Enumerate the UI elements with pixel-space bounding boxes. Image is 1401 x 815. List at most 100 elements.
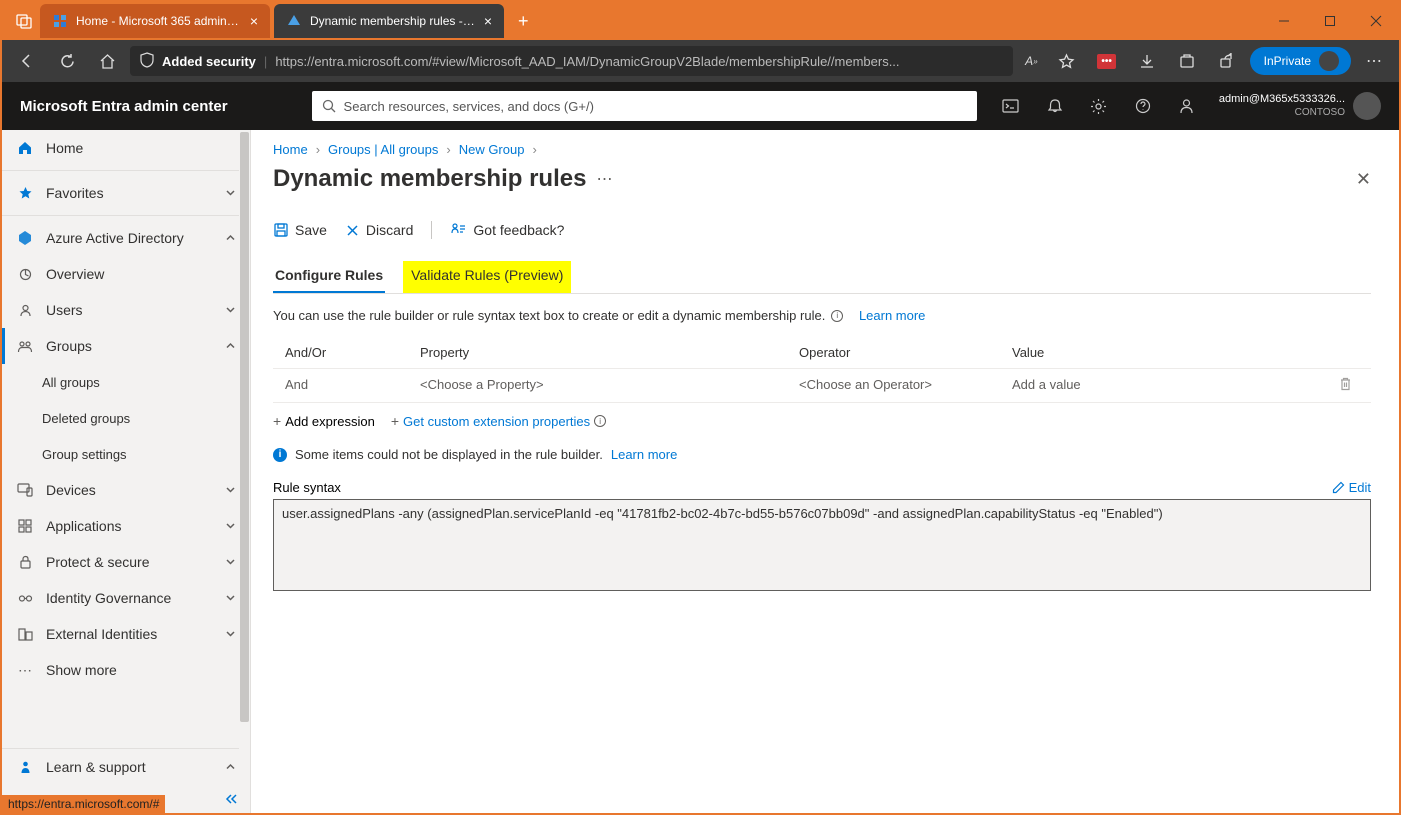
save-label: Save: [295, 222, 327, 238]
close-icon[interactable]: ×: [484, 13, 492, 29]
global-search-input[interactable]: Search resources, services, and docs (G+…: [312, 91, 977, 121]
nav-deleted-groups[interactable]: Deleted groups: [2, 400, 250, 436]
edit-syntax-button[interactable]: Edit: [1332, 480, 1371, 495]
breadcrumb: Home › Groups | All groups › New Group ›: [273, 142, 1371, 157]
nav-learn-support[interactable]: Learn & support: [2, 749, 250, 785]
more-menu-icon[interactable]: ⋯: [1357, 44, 1391, 78]
cloud-shell-icon[interactable]: [991, 82, 1031, 130]
close-blade-button[interactable]: ✕: [1356, 169, 1371, 190]
nav-aad[interactable]: Azure Active Directory: [2, 220, 250, 256]
feedback-icon[interactable]: [1167, 82, 1207, 130]
nav-protect[interactable]: Protect & secure: [2, 544, 250, 580]
trash-icon: [1339, 377, 1352, 391]
breadcrumb-home[interactable]: Home: [273, 142, 308, 157]
learn-more-link[interactable]: Learn more: [859, 308, 925, 323]
info-icon[interactable]: i: [594, 415, 606, 427]
close-icon[interactable]: ×: [250, 13, 258, 29]
lock-icon: [16, 555, 34, 570]
settings-icon[interactable]: [1079, 82, 1119, 130]
notifications-icon[interactable]: [1035, 82, 1075, 130]
nav-external-identities[interactable]: External Identities: [2, 616, 250, 652]
tab-actions-icon[interactable]: [8, 5, 40, 37]
discard-button[interactable]: Discard: [345, 222, 413, 238]
inprivate-indicator[interactable]: InPrivate: [1250, 47, 1351, 75]
downloads-icon[interactable]: [1130, 44, 1164, 78]
tab-validate-rules[interactable]: Validate Rules (Preview): [403, 261, 571, 293]
rule-syntax-label: Rule syntax: [273, 480, 341, 495]
nav-label: Group settings: [42, 447, 127, 462]
chevron-down-icon: [225, 554, 236, 570]
feedback-button[interactable]: Got feedback?: [450, 222, 564, 238]
help-icon[interactable]: [1123, 82, 1163, 130]
collections-icon[interactable]: [1170, 44, 1204, 78]
user-menu[interactable]: admin@M365x5333326... CONTOSO: [1219, 92, 1381, 120]
nav-devices[interactable]: Devices: [2, 472, 250, 508]
info-badge-icon: i: [273, 448, 287, 462]
browser-tab-active[interactable]: Dynamic membership rules - Mic ×: [274, 4, 504, 38]
col-property: Property: [420, 345, 799, 360]
browser-tab-inactive[interactable]: Home - Microsoft 365 admin cen ×: [40, 4, 270, 38]
breadcrumb-groups[interactable]: Groups | All groups: [328, 142, 438, 157]
breadcrumb-new-group[interactable]: New Group: [459, 142, 525, 157]
window-close-icon[interactable]: [1353, 2, 1399, 40]
nav-groups[interactable]: Groups: [2, 328, 250, 364]
window-maximize-icon[interactable]: [1307, 2, 1353, 40]
nav-label: All groups: [42, 375, 100, 390]
page-title: Dynamic membership rules: [273, 165, 586, 193]
user-name: admin@M365x5333326...: [1219, 93, 1345, 106]
get-custom-extension-button[interactable]: + Get custom extension properties i: [391, 413, 606, 429]
chevron-down-icon: [225, 482, 236, 498]
read-aloud-icon[interactable]: A»: [1019, 44, 1043, 78]
chevron-down-icon: [225, 302, 236, 318]
learn-more-link[interactable]: Learn more: [611, 447, 677, 462]
nav-label: Home: [46, 140, 83, 156]
nav-refresh-icon[interactable]: [50, 44, 84, 78]
tab-strip: Configure Rules Validate Rules (Preview): [273, 261, 1371, 294]
nav-home[interactable]: Home: [2, 130, 250, 166]
tab-label: Home - Microsoft 365 admin cen: [76, 14, 242, 28]
rule-builder-table: And/Or Property Operator Value And <Choo…: [273, 337, 1371, 403]
user-avatar-icon: [1353, 92, 1381, 120]
nav-overview[interactable]: Overview: [2, 256, 250, 292]
sidebar-scrollbar[interactable]: [239, 130, 250, 813]
property-select[interactable]: <Choose a Property>: [420, 377, 799, 394]
search-placeholder: Search resources, services, and docs (G+…: [344, 99, 594, 114]
address-bar: Added security | https://entra.microsoft…: [2, 40, 1399, 82]
nav-applications[interactable]: Applications: [2, 508, 250, 544]
value-input[interactable]: Add a value: [1012, 377, 1331, 394]
star-icon: [16, 186, 34, 201]
rule-syntax-textbox[interactable]: user.assignedPlans -any (assignedPlan.se…: [273, 499, 1371, 591]
extension-badge[interactable]: •••: [1090, 44, 1124, 78]
nav-label: Users: [46, 302, 83, 318]
save-icon: [273, 222, 289, 238]
operator-select[interactable]: <Choose an Operator>: [799, 377, 1012, 394]
chevron-up-icon: [225, 230, 236, 246]
share-icon[interactable]: [1210, 44, 1244, 78]
favorite-icon[interactable]: [1050, 44, 1084, 78]
url-text: https://entra.microsoft.com/#view/Micros…: [275, 54, 899, 69]
nav-group-settings[interactable]: Group settings: [2, 436, 250, 472]
nav-home-icon[interactable]: [90, 44, 124, 78]
save-button[interactable]: Save: [273, 222, 327, 238]
browser-title-bar: Home - Microsoft 365 admin cen × Dynamic…: [2, 2, 1399, 40]
page-context-menu-icon[interactable]: ⋯: [596, 169, 612, 189]
nav-favorites[interactable]: Favorites: [2, 175, 250, 211]
window-minimize-icon[interactable]: [1261, 2, 1307, 40]
tab-configure-rules[interactable]: Configure Rules: [273, 261, 385, 293]
nav-users[interactable]: Users: [2, 292, 250, 328]
new-tab-button[interactable]: +: [508, 11, 539, 32]
nav-identity-governance[interactable]: Identity Governance: [2, 580, 250, 616]
and-or-select[interactable]: And: [285, 377, 420, 394]
info-icon[interactable]: i: [831, 310, 843, 322]
chevron-down-icon: [225, 518, 236, 534]
nav-all-groups[interactable]: All groups: [2, 364, 250, 400]
nav-back-icon[interactable]: [10, 44, 44, 78]
add-expression-button[interactable]: + Add expression: [273, 413, 375, 429]
nav-label: Deleted groups: [42, 411, 130, 426]
url-input[interactable]: Added security | https://entra.microsoft…: [130, 46, 1013, 76]
tenant-name: CONTOSO: [1219, 107, 1345, 119]
groups-icon: [16, 339, 34, 354]
delete-row-button[interactable]: [1331, 377, 1359, 394]
feedback-icon: [450, 222, 467, 238]
nav-show-more[interactable]: ⋯ Show more: [2, 652, 250, 688]
